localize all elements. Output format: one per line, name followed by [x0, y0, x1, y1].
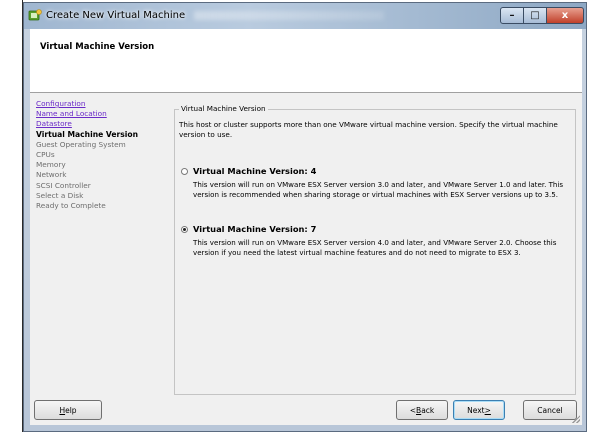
version-group-box: Virtual Machine Version This host or clu… — [174, 104, 576, 395]
step-virtual-machine-version: Virtual Machine Version — [36, 129, 138, 139]
back-button[interactable]: < Back — [396, 400, 448, 420]
radio-unselected[interactable] — [181, 168, 188, 175]
wizard-steps: Configuration Name and Location Datastor… — [36, 99, 171, 211]
desktop-background — [0, 0, 22, 432]
title-bar[interactable]: Create New Virtual Machine – □ x — [24, 3, 586, 29]
close-button[interactable]: x — [546, 7, 584, 24]
option-label[interactable]: Virtual Machine Version: 7 — [193, 224, 316, 234]
step-select-a-disk: Select a Disk — [36, 190, 84, 200]
step-configuration[interactable]: Configuration — [36, 99, 171, 109]
step-scsi-controller: SCSI Controller — [36, 180, 91, 190]
step-guest-operating-system: Guest Operating System — [36, 139, 126, 149]
cancel-button[interactable]: Cancel — [523, 400, 577, 420]
resize-grip[interactable] — [572, 415, 580, 423]
radio-dot — [183, 228, 186, 231]
page-title: Virtual Machine Version — [40, 42, 155, 52]
close-icon: x — [561, 9, 569, 21]
radio-selected[interactable] — [181, 226, 188, 233]
wizard-header: Virtual Machine Version — [30, 29, 582, 93]
group-box-title: Virtual Machine Version — [179, 104, 268, 113]
step-name-and-location[interactable]: Name and Location — [36, 109, 171, 119]
option-label[interactable]: Virtual Machine Version: 4 — [193, 166, 316, 176]
wizard-window: Create New Virtual Machine – □ x Virtual… — [23, 2, 587, 432]
step-network: Network — [36, 170, 67, 180]
next-button[interactable]: Next > — [453, 400, 505, 420]
option-description: This version will run on VMware ESX Serv… — [193, 238, 557, 257]
step-datastore[interactable]: Datastore — [36, 119, 171, 129]
option-description: This version will run on VMware ESX Serv… — [193, 180, 564, 199]
wizard-client-area: Virtual Machine Version Configuration Na… — [30, 29, 582, 425]
title-bar-blurred-text — [194, 11, 384, 20]
window-title: Create New Virtual Machine — [46, 10, 186, 21]
maximize-button[interactable]: □ — [523, 7, 547, 24]
step-ready-to-complete: Ready to Complete — [36, 200, 106, 210]
help-button[interactable]: Help — [34, 400, 102, 420]
vmware-new-vm-icon — [28, 9, 42, 21]
step-memory: Memory — [36, 160, 66, 170]
minimize-button[interactable]: – — [500, 7, 524, 24]
maximize-icon: □ — [530, 9, 540, 21]
intro-text: This host or cluster supports more than … — [179, 120, 558, 139]
step-cpus: CPUs — [36, 149, 55, 159]
minimize-icon: – — [509, 9, 515, 21]
